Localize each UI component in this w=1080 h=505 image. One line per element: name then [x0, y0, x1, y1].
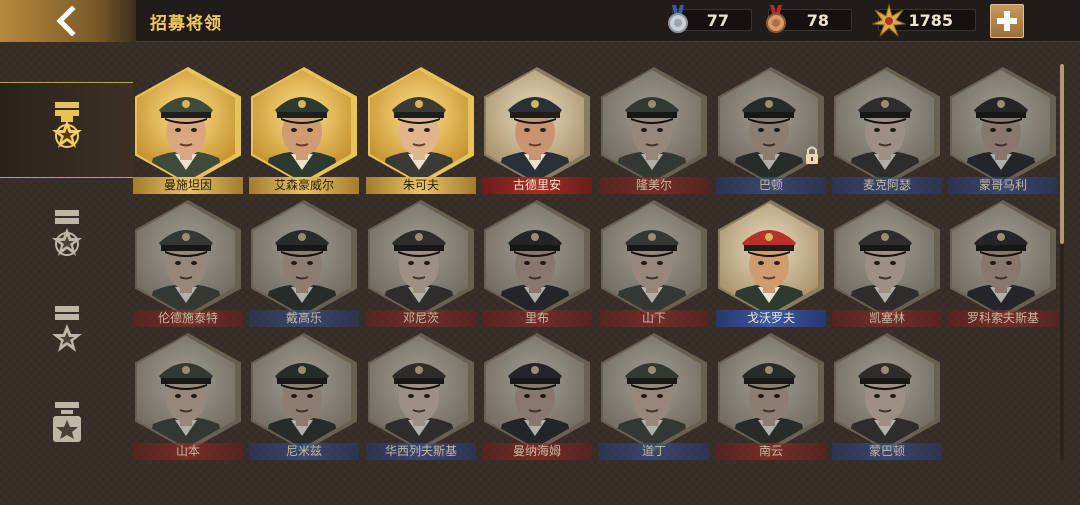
general-name: 华西列夫斯基 [366, 443, 476, 460]
general-name: 戈沃罗夫 [716, 310, 826, 327]
add-resource-button[interactable] [990, 4, 1024, 38]
general-card[interactable]: 罗科索夫斯基 [948, 200, 1058, 328]
general-card[interactable]: 蒙哥马利 [948, 67, 1058, 195]
general-name: 蒙巴顿 [832, 443, 942, 460]
chevron-left-icon [56, 6, 76, 36]
general-card[interactable]: 曼纳海姆 [482, 333, 592, 461]
rank-two-star-icon [51, 306, 82, 352]
general-card[interactable]: 尼米兹 [249, 333, 359, 461]
scrollbar-thumb[interactable] [1060, 64, 1064, 244]
general-name: 艾森豪威尔 [249, 177, 359, 194]
general-name: 尼米兹 [249, 443, 359, 460]
general-card[interactable]: 南云 [716, 333, 826, 461]
general-name: 蒙哥马利 [948, 177, 1058, 194]
general-card[interactable]: 蒙巴顿 [832, 333, 942, 461]
general-card[interactable]: 山本 [133, 333, 243, 461]
top-bar: 招募将领 77 78 1785 [0, 0, 1080, 42]
silver-medal-icon [668, 5, 688, 33]
general-card[interactable]: 邓尼茨 [366, 200, 476, 328]
general-card[interactable]: 朱可夫 [366, 67, 476, 195]
gold-star-badge-icon [872, 4, 906, 37]
tab-rank-two-star[interactable] [0, 280, 133, 376]
general-name: 山下 [599, 310, 709, 327]
general-name: 曼施坦因 [133, 177, 243, 194]
general-card[interactable]: 曼施坦因 [133, 67, 243, 195]
general-name: 里布 [482, 310, 592, 327]
general-card[interactable]: 伦德施泰特 [133, 200, 243, 328]
general-card[interactable]: 戈沃罗夫 [716, 200, 826, 328]
general-name: 道丁 [599, 443, 709, 460]
general-card[interactable]: 凯塞林 [832, 200, 942, 328]
general-name: 南云 [716, 443, 826, 460]
general-card[interactable]: 巴顿 [716, 67, 826, 195]
star-badge-count: 1785 [908, 10, 953, 30]
rank-three-star-icon [51, 210, 82, 256]
plus-icon [997, 11, 1017, 31]
page-title: 招募将领 [150, 14, 222, 34]
general-card[interactable]: 山下 [599, 200, 709, 328]
rank-one-star-icon [52, 402, 81, 442]
general-name: 朱可夫 [366, 177, 476, 194]
general-card[interactable]: 华西列夫斯基 [366, 333, 476, 461]
general-card[interactable]: 戴高乐 [249, 200, 359, 328]
lock-icon [806, 146, 818, 164]
general-card[interactable]: 艾森豪威尔 [249, 67, 359, 195]
silver-medal-count: 77 [706, 10, 729, 30]
rank-five-star-icon [51, 102, 82, 148]
general-card[interactable]: 隆美尔 [599, 67, 709, 195]
bronze-medal-count: 78 [806, 10, 829, 30]
general-name: 巴顿 [716, 177, 826, 194]
general-name: 曼纳海姆 [482, 443, 592, 460]
general-name: 伦德施泰特 [133, 310, 243, 327]
general-card[interactable]: 古德里安 [482, 67, 592, 195]
general-name: 戴高乐 [249, 310, 359, 327]
general-name: 隆美尔 [599, 177, 709, 194]
general-name: 邓尼茨 [366, 310, 476, 327]
general-card[interactable]: 道丁 [599, 333, 709, 461]
general-name: 凯塞林 [832, 310, 942, 327]
bronze-medal-icon [766, 5, 786, 33]
tab-rank-one-star[interactable] [0, 374, 133, 470]
tab-rank-five-star[interactable] [0, 82, 133, 178]
general-name: 山本 [133, 443, 243, 460]
back-button[interactable] [0, 0, 136, 42]
general-name: 古德里安 [482, 177, 592, 194]
general-name: 罗科索夫斯基 [948, 310, 1058, 327]
tab-rank-three-star[interactable] [0, 186, 133, 282]
general-name: 麦克阿瑟 [832, 177, 942, 194]
general-card[interactable]: 麦克阿瑟 [832, 67, 942, 195]
general-card[interactable]: 里布 [482, 200, 592, 328]
